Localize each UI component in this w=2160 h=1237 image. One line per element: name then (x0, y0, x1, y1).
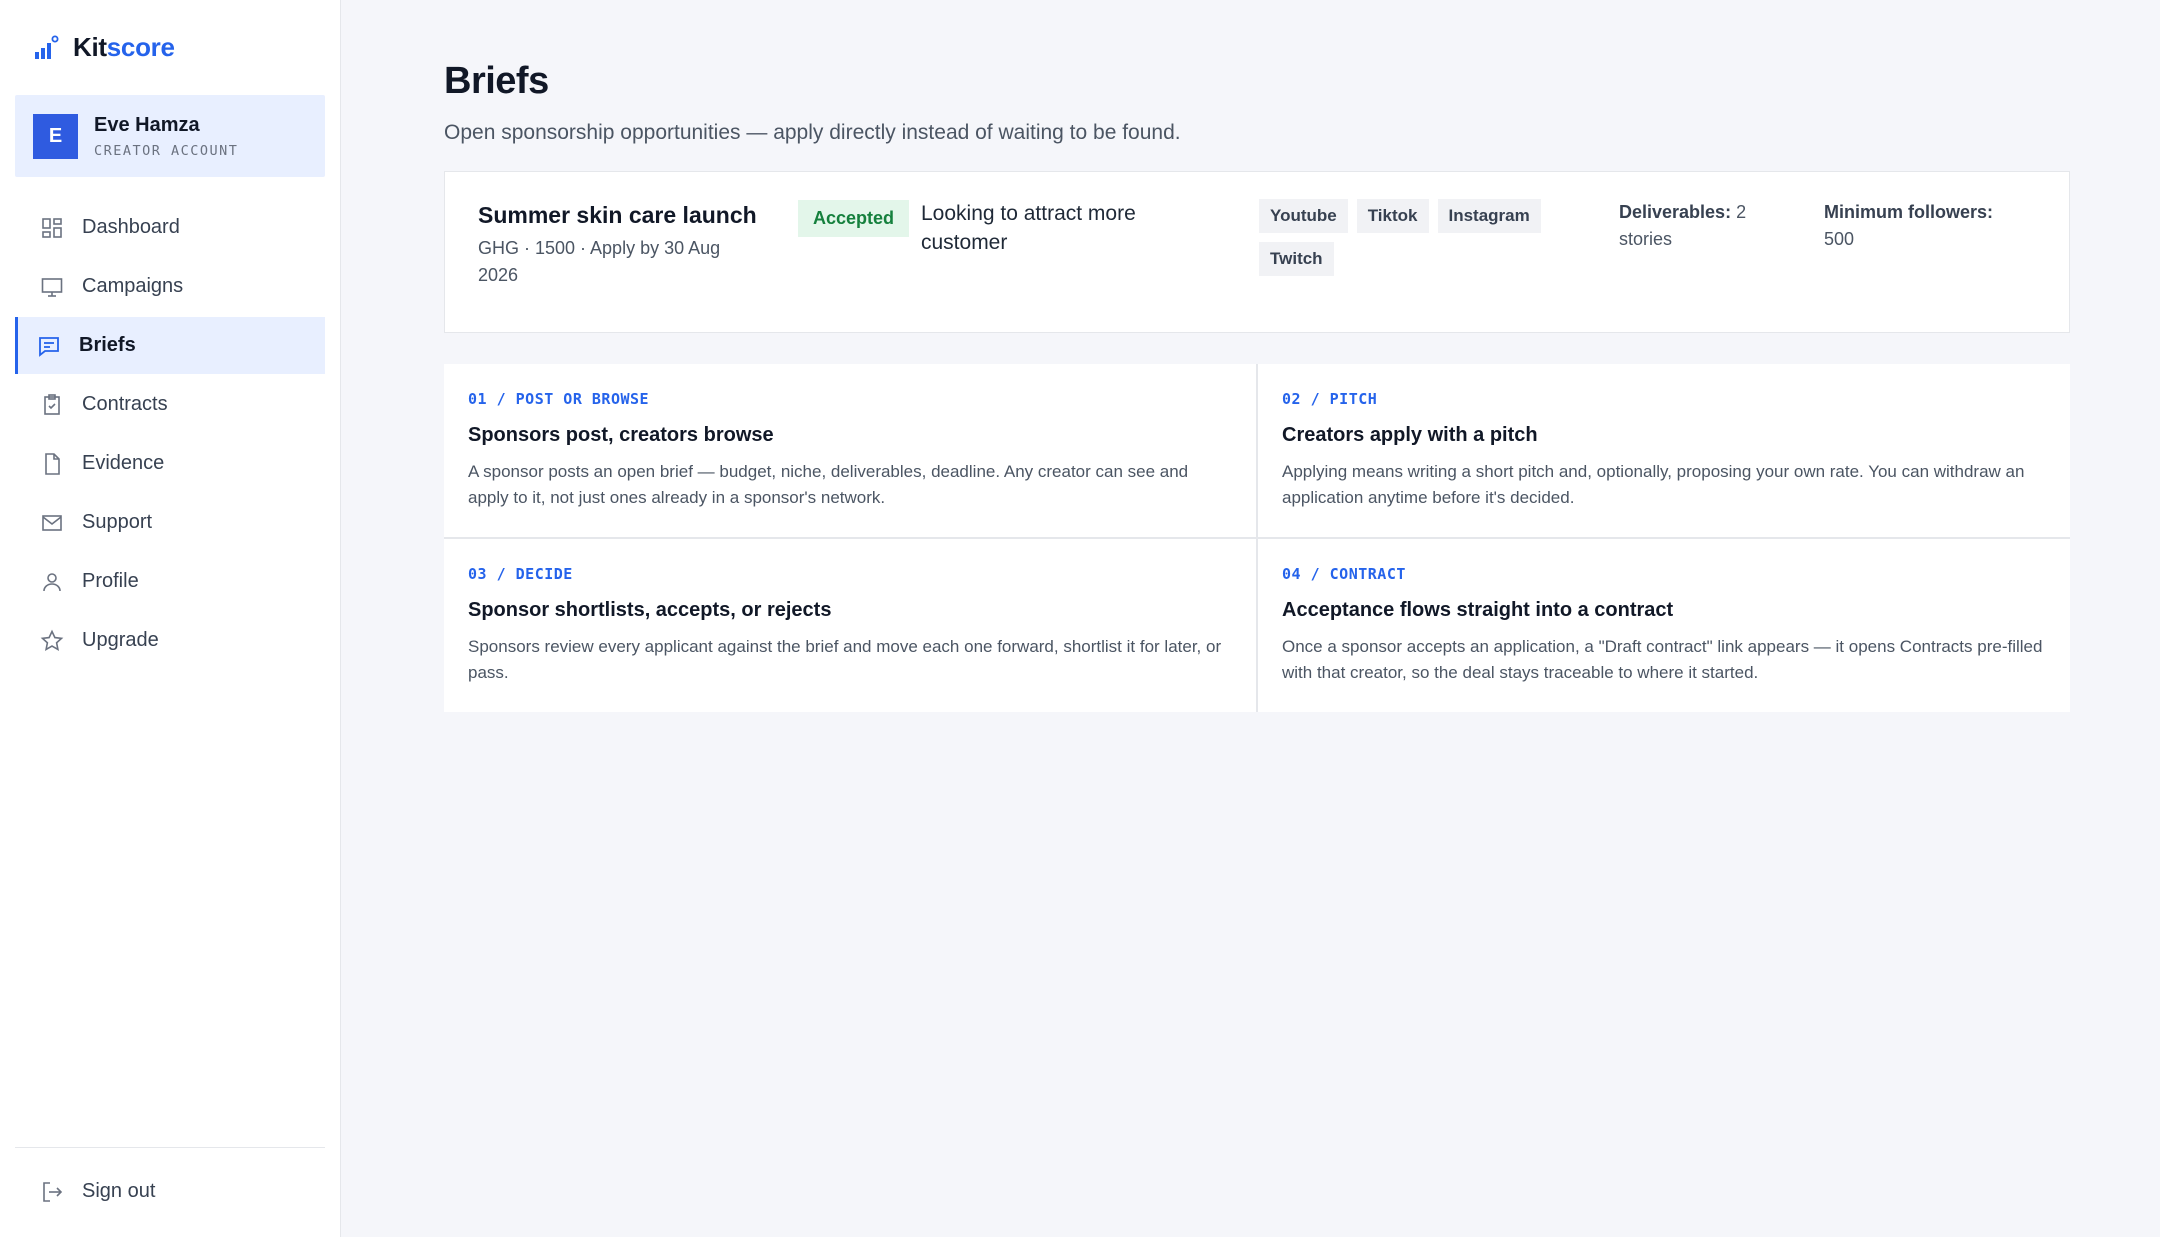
step-text: Applying means writing a short pitch and… (1282, 462, 2025, 507)
sidebar-item-label: Upgrade (82, 629, 159, 651)
step-text: A sponsor posts an open brief — budget, … (468, 462, 1189, 507)
user-role: CREATOR ACCOUNT (94, 142, 239, 159)
brief-status: Accepted (798, 200, 910, 237)
platform-chip: Tiktok (1356, 199, 1429, 233)
step-card: 02 / PITCH Creators apply with a pitch A… (1258, 364, 2070, 537)
monitor-icon (41, 277, 63, 297)
step-title: Creators apply with a pitch (1282, 424, 1538, 446)
sign-out-label: Sign out (82, 1180, 156, 1202)
step-label: 01 / POST OR BROWSE (468, 390, 650, 408)
brand-name: Kitscore (73, 32, 175, 63)
sidebar-item-support[interactable]: Support (15, 494, 325, 551)
brief-card[interactable]: Summer skin care launch GHG · 1500 · App… (444, 171, 2070, 333)
how-it-works: 01 / POST OR BROWSE Sponsors post, creat… (444, 364, 2070, 712)
dashboard-icon (42, 217, 62, 238)
platform-chip: Youtube (1259, 199, 1348, 233)
sidebar-item-briefs[interactable]: Briefs (15, 317, 325, 374)
min-followers-stat: Minimum followers: 500 (1824, 199, 2024, 253)
sidebar-item-label: Profile (82, 570, 139, 592)
platform-chips: Youtube Tiktok Instagram Twitch (1259, 199, 1589, 276)
brand-logo[interactable]: Kitscore (15, 0, 325, 95)
sidebar-item-label: Campaigns (82, 275, 184, 297)
deliverables-stat: Deliverables: 2 stories (1619, 199, 1779, 253)
star-icon (40, 629, 64, 651)
avatar: E (33, 113, 78, 159)
brief-meta: GHG · 1500 · Apply by 30 Aug 2026 (478, 238, 721, 285)
min-followers-value: 500 (1824, 229, 1855, 249)
main-content: Briefs Open sponsorship opportunities — … (341, 0, 2160, 1237)
sidebar-item-label: Dashboard (82, 216, 180, 238)
platform-chip: Instagram (1437, 199, 1541, 233)
file-icon (45, 452, 60, 475)
user-icon (43, 572, 61, 591)
brief-title[interactable]: Summer skin care launch (478, 202, 757, 229)
brand-name-part1: Kit (73, 32, 107, 62)
page-title: Briefs (444, 60, 549, 102)
step-label: 04 / CONTRACT (1282, 565, 1406, 583)
step-card: 04 / CONTRACT Acceptance flows straight … (1258, 539, 2070, 712)
sidebar-item-label: Briefs (79, 334, 136, 356)
brief-description: Looking to attract more customer (921, 202, 1136, 254)
sidebar-item-label: Evidence (82, 452, 165, 474)
user-name: Eve Hamza (94, 113, 200, 136)
sidebar-footer: Sign out (15, 1147, 325, 1237)
sidebar-item-label: Contracts (82, 393, 168, 415)
page-subtitle: Open sponsorship opportunities — apply d… (444, 121, 1181, 144)
step-label: 03 / DECIDE (468, 565, 573, 583)
clipboard-check-icon (44, 393, 60, 415)
deliverables-label: Deliverables: (1619, 202, 1732, 222)
message-icon (39, 336, 59, 357)
sidebar-item-campaigns[interactable]: Campaigns (15, 258, 325, 315)
logout-icon (43, 1181, 63, 1202)
sidebar-nav: Dashboard Campaigns Briefs Contracts Evi… (15, 199, 325, 671)
sign-out-button[interactable]: Sign out (15, 1163, 325, 1220)
sidebar-item-evidence[interactable]: Evidence (15, 435, 325, 492)
platform-chip: Twitch (1259, 242, 1334, 276)
step-text: Once a sponsor accepts an application, a… (1282, 637, 2043, 682)
sidebar-item-contracts[interactable]: Contracts (15, 376, 325, 433)
step-title: Acceptance flows straight into a contrac… (1282, 599, 1674, 621)
min-followers-label: Minimum followers: (1824, 202, 1994, 222)
brief-description-wrap: Looking to attract more customer (921, 199, 1191, 257)
sidebar: Kitscore E Eve Hamza CREATOR ACCOUNT Das… (0, 0, 341, 1237)
step-title: Sponsors post, creators browse (468, 424, 774, 446)
step-card: 01 / POST OR BROWSE Sponsors post, creat… (444, 364, 1256, 537)
mail-icon (42, 514, 62, 531)
status-badge: Accepted (798, 200, 910, 237)
user-card[interactable]: E Eve Hamza CREATOR ACCOUNT (15, 95, 325, 177)
step-title: Sponsor shortlists, accepts, or rejects (468, 599, 832, 621)
sidebar-item-dashboard[interactable]: Dashboard (15, 199, 325, 256)
step-card: 03 / DECIDE Sponsor shortlists, accepts,… (444, 539, 1256, 712)
step-label: 02 / PITCH (1282, 390, 1378, 408)
brand-name-part2: score (106, 32, 175, 62)
sidebar-item-label: Support (82, 511, 153, 533)
brief-heading: Summer skin care launch GHG · 1500 · App… (478, 202, 757, 289)
sidebar-item-profile[interactable]: Profile (15, 553, 325, 610)
step-text: Sponsors review every applicant against … (468, 637, 1222, 682)
signal-bars-icon (35, 35, 59, 59)
sidebar-item-upgrade[interactable]: Upgrade (15, 612, 325, 669)
